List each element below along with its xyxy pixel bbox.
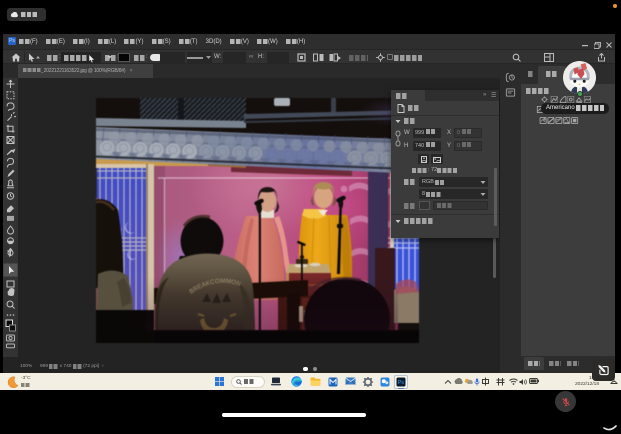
svg-text:T: T: [7, 249, 13, 259]
svg-text:Ps: Ps: [398, 380, 405, 386]
